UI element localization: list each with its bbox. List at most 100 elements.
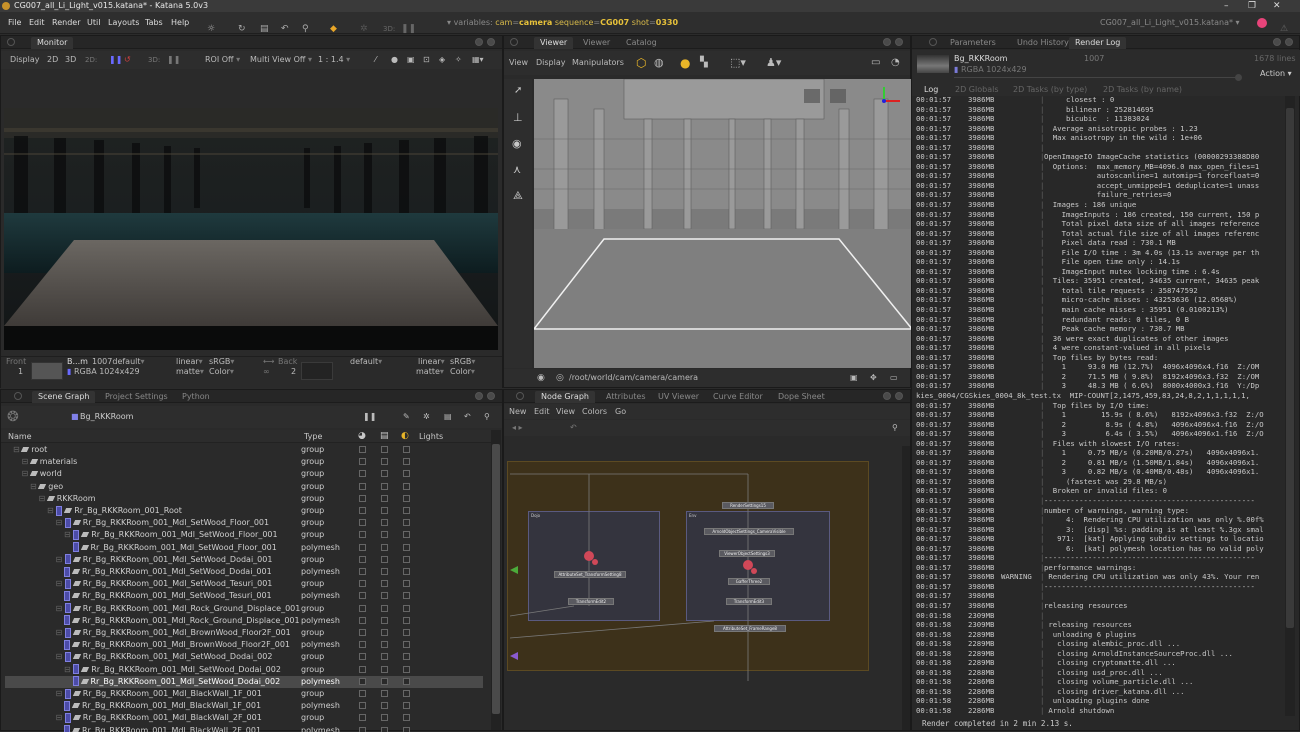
- tab-dope-sheet[interactable]: Dope Sheet: [772, 391, 831, 403]
- node-gafferthree[interactable]: GafferThree2: [728, 578, 770, 585]
- lights-checkbox[interactable]: [403, 458, 410, 466]
- visibility-checkbox[interactable]: [359, 482, 366, 490]
- scene-graph-row[interactable]: Rr_Bg_RKKRoom_001_Mdl_Rock_Ground_Displa…: [5, 615, 483, 627]
- panel-close-icon[interactable]: [895, 38, 903, 46]
- lights-checkbox[interactable]: [403, 641, 410, 649]
- mode-2d-button[interactable]: 2D: [47, 51, 58, 69]
- pin-icon[interactable]: [510, 38, 518, 46]
- tab-catalog[interactable]: Catalog: [620, 37, 663, 49]
- viewer-menu-view[interactable]: View: [509, 51, 528, 75]
- pin-icon[interactable]: [14, 392, 22, 400]
- cube-icon[interactable]: ⬡: [636, 51, 646, 75]
- tab-parameters[interactable]: Parameters: [944, 37, 1002, 49]
- render-checkbox[interactable]: [381, 665, 388, 673]
- lights-checkbox[interactable]: [403, 616, 410, 624]
- scene-graph-row[interactable]: ⊟ Rr_Bg_RKKRoom_001_Root group: [5, 505, 483, 517]
- visibility-checkbox[interactable]: [359, 616, 366, 624]
- scene-graph-row[interactable]: ⊟ materials group: [5, 456, 483, 468]
- ng-menu-go[interactable]: Go: [615, 404, 626, 419]
- stop-render-icon[interactable]: ↺: [124, 51, 131, 69]
- capture-icon[interactable]: ▣: [850, 369, 858, 387]
- ng-menu-colors[interactable]: Colors: [582, 404, 607, 419]
- node-transformedit3[interactable]: TransformEdit3: [726, 598, 772, 605]
- scene-graph-row[interactable]: Rr_Bg_RKKRoom_001_Mdl_BrownWood_Floor2F_…: [5, 639, 483, 651]
- front-thumbnail[interactable]: [31, 362, 63, 380]
- menu-tabs[interactable]: Tabs: [145, 12, 163, 34]
- lights-checkbox[interactable]: [403, 494, 410, 502]
- lights-checkbox[interactable]: [403, 665, 410, 673]
- panel-menu-icon[interactable]: [883, 392, 891, 400]
- visibility-checkbox[interactable]: [359, 555, 366, 563]
- render-checkbox[interactable]: [381, 714, 388, 722]
- menu-file[interactable]: File: [8, 12, 21, 34]
- minimize-icon[interactable]: –: [1224, 0, 1229, 12]
- ng-menu-new[interactable]: New: [509, 404, 526, 419]
- front-color-mode[interactable]: Color▾: [209, 363, 234, 381]
- column-name[interactable]: Name: [8, 432, 32, 441]
- panel-menu-icon[interactable]: [883, 38, 891, 46]
- scene-graph-row[interactable]: ⊟ Rr_Bg_RKKRoom_001_Mdl_SetWood_Floor_00…: [5, 517, 483, 529]
- render-column-icon[interactable]: ▤: [380, 431, 389, 441]
- link-icon[interactable]: ∞: [263, 363, 270, 381]
- scene-graph-row[interactable]: ⊟ Rr_Bg_RKKRoom_001_Mdl_SetWood_Dodai_00…: [5, 664, 483, 676]
- tab-render-log[interactable]: Render Log: [1069, 37, 1127, 49]
- expand-toggle-icon[interactable]: ⊟: [56, 689, 65, 698]
- nav-back-icon[interactable]: ◂ ▸: [512, 420, 523, 436]
- project-dropdown[interactable]: CG007_all_Li_Light_v015.katana* ▾: [1100, 12, 1240, 34]
- scene-graph-row[interactable]: ⊟ world group: [5, 468, 483, 480]
- back-thumbnail[interactable]: [301, 362, 333, 380]
- node-viewer-object-settings[interactable]: ViewerObjectSettings3: [719, 550, 775, 557]
- node-rendersettings[interactable]: RenderSettings15: [722, 502, 774, 509]
- render-checkbox[interactable]: [381, 519, 388, 527]
- column-lights[interactable]: Lights: [419, 432, 443, 441]
- viewer-menu-display[interactable]: Display: [536, 51, 566, 75]
- expand-toggle-icon[interactable]: ⊟: [47, 506, 56, 515]
- render-checkbox[interactable]: [381, 568, 388, 575]
- scene-graph-row[interactable]: ⊟ Rr_Bg_RKKRoom_001_Mdl_SetWood_Tesuri_0…: [5, 578, 483, 590]
- visibility-checkbox[interactable]: [359, 629, 366, 636]
- render-checkbox[interactable]: [381, 543, 388, 551]
- roi-dropdown[interactable]: ROI Off ▾: [205, 51, 240, 69]
- lights-checkbox[interactable]: [403, 604, 410, 612]
- panel-close-icon[interactable]: [1285, 38, 1293, 46]
- tab-viewer[interactable]: Viewer: [534, 37, 574, 49]
- mode-3d-button[interactable]: 3D: [65, 51, 76, 69]
- tab-curve-editor[interactable]: Curve Editor: [707, 391, 769, 403]
- select-icon[interactable]: ➚: [514, 85, 522, 96]
- render-checkbox[interactable]: [381, 470, 388, 478]
- expand-toggle-icon[interactable]: ⊟: [56, 555, 65, 564]
- subtab-log[interactable]: Log: [924, 85, 938, 94]
- visibility-checkbox[interactable]: [359, 494, 366, 502]
- expand-toggle-icon[interactable]: ⊟: [39, 494, 48, 503]
- maximize-icon[interactable]: ❐: [1248, 0, 1256, 12]
- stop-render-icon[interactable]: [1235, 74, 1242, 81]
- search-icon[interactable]: ⚲: [484, 406, 490, 428]
- visibility-checkbox[interactable]: [359, 653, 366, 661]
- vr-icon[interactable]: ▭: [890, 369, 898, 387]
- panel-close-icon[interactable]: [487, 38, 495, 46]
- lights-column-icon[interactable]: ◐: [401, 431, 409, 441]
- tab-node-graph[interactable]: Node Graph: [535, 391, 595, 403]
- lights-checkbox[interactable]: [403, 592, 410, 600]
- expand-toggle-icon[interactable]: ⊟: [22, 457, 31, 466]
- ng-menu-edit[interactable]: Edit: [534, 404, 550, 419]
- lights-checkbox[interactable]: [403, 690, 410, 697]
- pivot-icon[interactable]: ⟁: [513, 189, 523, 203]
- lights-checkbox[interactable]: [403, 677, 410, 685]
- tab-project-settings[interactable]: Project Settings: [99, 391, 174, 403]
- nav-root-icon[interactable]: ↶: [570, 420, 577, 436]
- expand-toggle-icon[interactable]: ⊟: [56, 604, 65, 613]
- visibility-column-icon[interactable]: ◕: [358, 431, 366, 441]
- undo-icon[interactable]: ↶: [464, 406, 471, 428]
- gear-icon[interactable]: ✲: [423, 406, 430, 428]
- visibility-checkbox[interactable]: [359, 726, 366, 732]
- front-channel[interactable]: matte▾: [176, 363, 204, 381]
- scene-graph-row[interactable]: ⊟ Rr_Bg_RKKRoom_001_Mdl_BlackWall_2F_001…: [5, 712, 483, 724]
- expand-toggle-icon[interactable]: ⊟: [56, 518, 65, 527]
- lights-checkbox[interactable]: [403, 507, 410, 514]
- pause-icon[interactable]: ❚❚: [363, 406, 376, 428]
- render-checkbox[interactable]: [381, 653, 388, 661]
- pause-3d-icon[interactable]: ❚❚: [167, 51, 180, 69]
- node-transformedit2[interactable]: TransformEdit2: [568, 598, 614, 605]
- translate-icon[interactable]: ⊥: [513, 111, 523, 124]
